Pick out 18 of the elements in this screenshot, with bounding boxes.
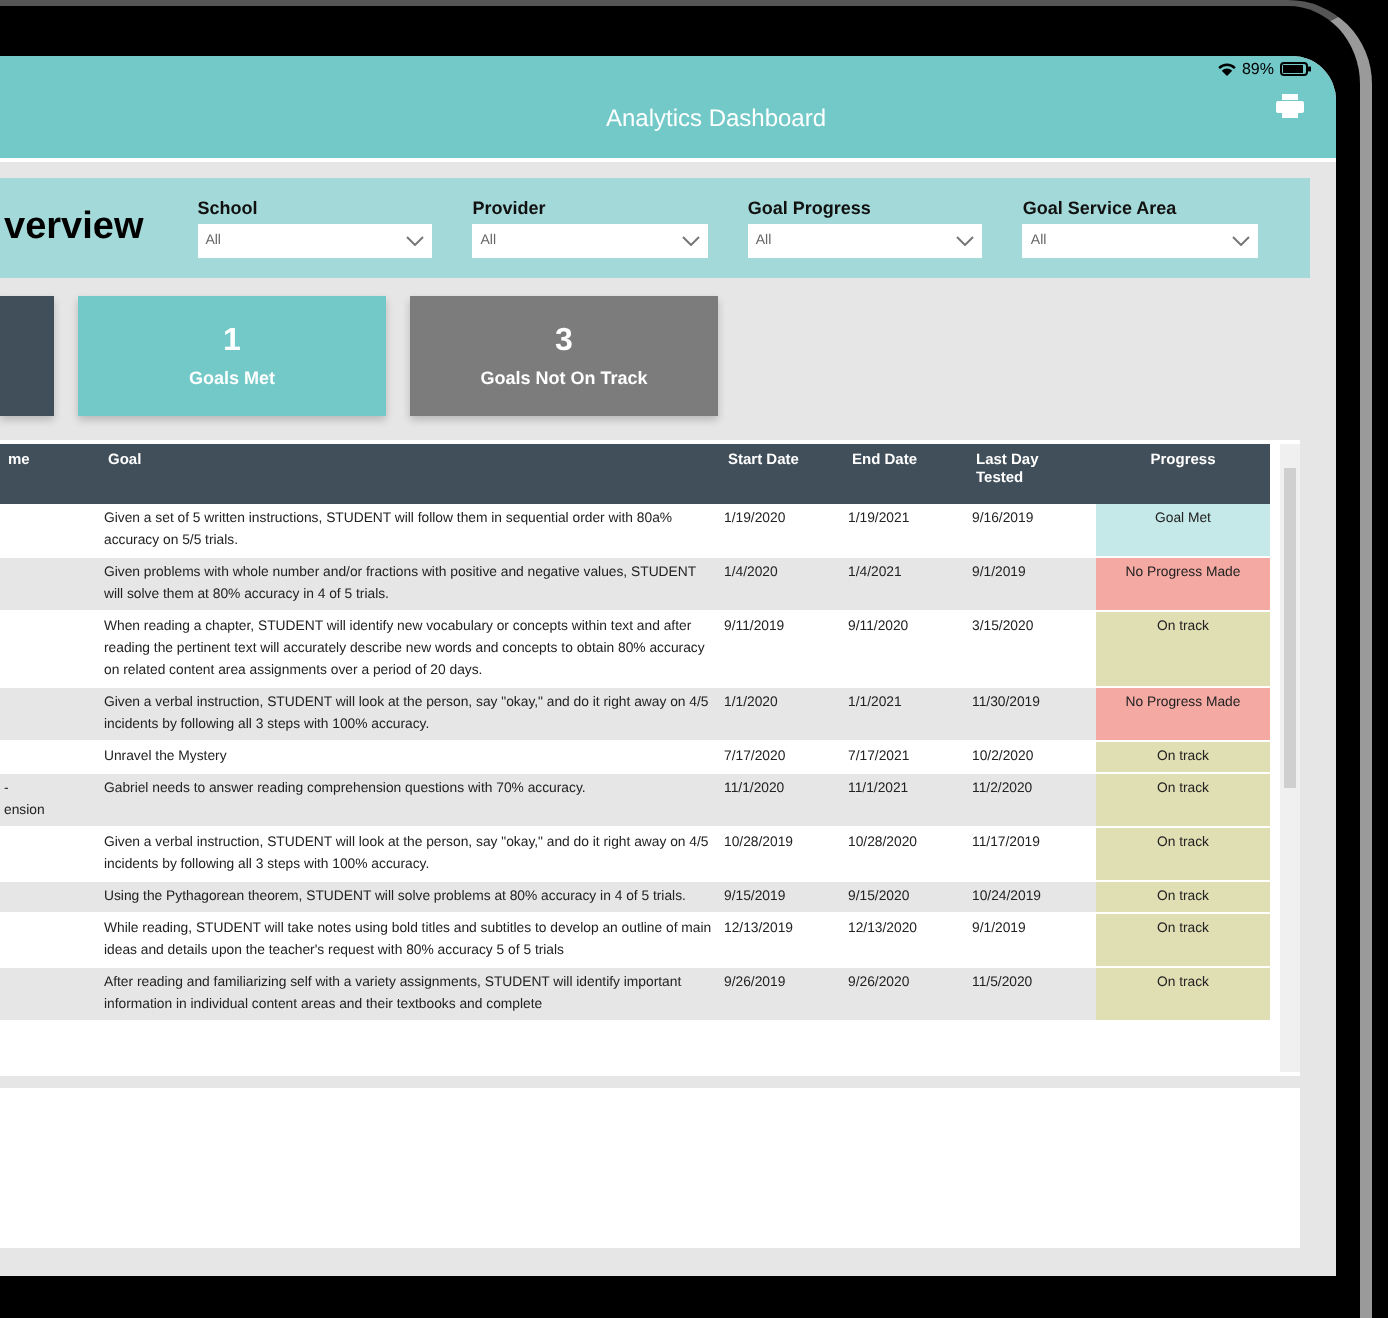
battery-icon (1280, 61, 1312, 75)
chevron-icon (1232, 236, 1250, 246)
filter-label: Provider (472, 198, 548, 218)
page-title: verview (4, 206, 146, 250)
print-icon[interactable] (1276, 94, 1304, 118)
dashboard-title: Analytics Dashboard (605, 104, 827, 132)
filter-label: School (197, 198, 260, 218)
summary-card (0, 296, 54, 416)
scrollbar[interactable] (1280, 444, 1300, 1072)
chevron-icon (681, 236, 700, 246)
battery-percent: 89% (1241, 59, 1274, 77)
summary-card: 1 Goals Met (78, 296, 386, 416)
wifi-icon (1217, 61, 1236, 75)
chevron-icon (406, 236, 425, 246)
filter-label: Goal Service Area (1022, 198, 1179, 218)
chevron-icon (956, 236, 975, 246)
summary-card: 3 Goals Not On Track (410, 296, 718, 416)
filter-label: Goal Progress (747, 198, 873, 218)
